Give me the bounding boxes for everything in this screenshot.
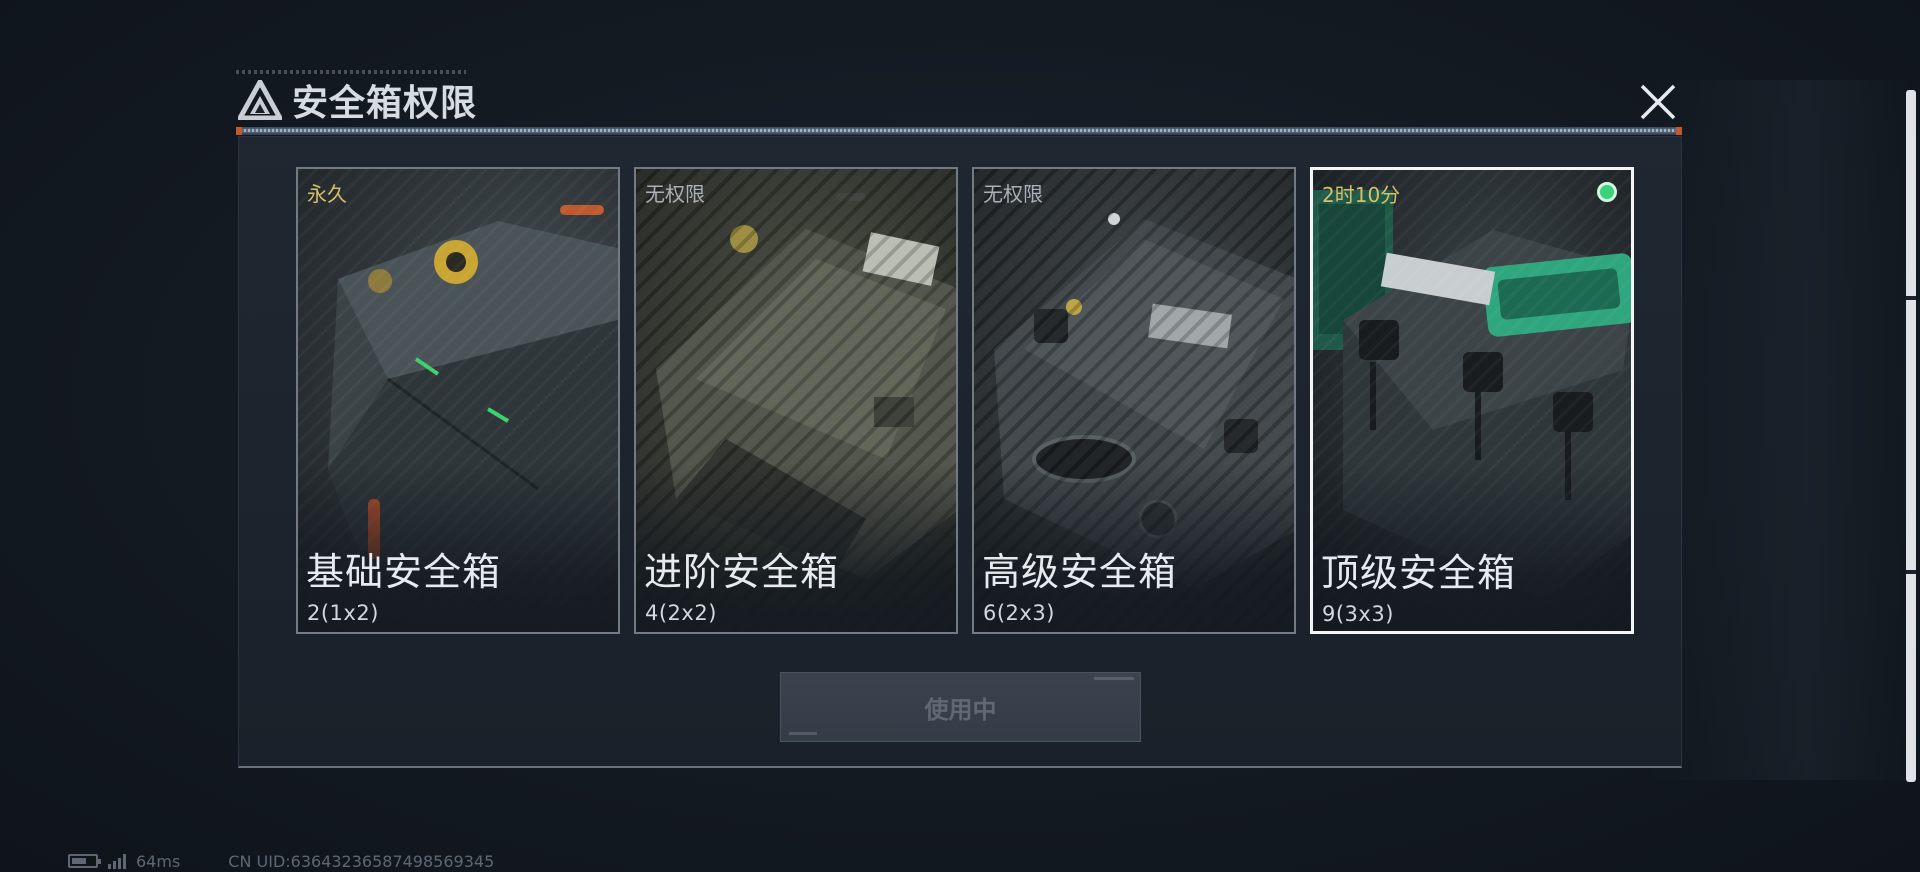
card-capacity: 9(3x3): [1322, 602, 1394, 626]
card-capacity: 6(2x3): [983, 601, 1055, 625]
dialog-title-text: 安全箱权限: [292, 83, 478, 124]
card-name: 基础安全箱: [306, 550, 502, 594]
dialog-title: 安全箱权限: [238, 76, 477, 124]
ping-readout: 64ms: [136, 851, 181, 871]
uid-text: CN UID:6364323658749856934​5: [228, 851, 495, 871]
card-name: 进阶安全箱: [644, 550, 840, 594]
card-advanced-safe-box[interactable]: 无权限 进阶安全箱 4(2x2): [634, 167, 958, 634]
close-x-icon: [1640, 84, 1676, 120]
triangle-logo-icon: [238, 80, 282, 120]
status-footer: 64ms CN UID:6364323658749856934​5: [68, 851, 495, 871]
in-use-button-label: 使用中: [924, 695, 997, 724]
card-name: 高级安全箱: [982, 550, 1178, 594]
card-basic-safe-box[interactable]: 永久 基础安全箱 2(1x2): [296, 167, 620, 634]
scrollbar-notch: [1906, 570, 1916, 574]
card-capacity: 4(2x2): [645, 601, 717, 625]
background-shade: [1650, 80, 1910, 780]
card-high-safe-box[interactable]: 无权限 高级安全箱 6(2x3): [972, 167, 1296, 634]
close-button[interactable]: [1636, 80, 1680, 124]
card-capacity: 2(1x2): [307, 601, 379, 625]
button-decoration: [1094, 677, 1134, 680]
card-name: 顶级安全箱: [1321, 551, 1517, 595]
card-status-label: 2时10分: [1322, 183, 1401, 207]
scrollbar-notch: [1906, 296, 1916, 300]
side-scrollbar[interactable]: [1906, 90, 1916, 782]
signal-bars-icon: [108, 853, 126, 869]
battery-icon: [68, 854, 101, 868]
card-top-safe-box[interactable]: 2时10分 顶级安全箱 9(3x3): [1310, 167, 1634, 634]
card-status-label: 无权限: [983, 182, 1043, 206]
header-divider: [236, 127, 1682, 135]
in-use-button[interactable]: 使用中: [780, 672, 1141, 742]
button-decoration: [789, 732, 817, 735]
card-status-label: 永久: [307, 182, 347, 206]
card-status-label: 无权限: [645, 182, 705, 206]
green-dot-icon: [1597, 182, 1617, 202]
